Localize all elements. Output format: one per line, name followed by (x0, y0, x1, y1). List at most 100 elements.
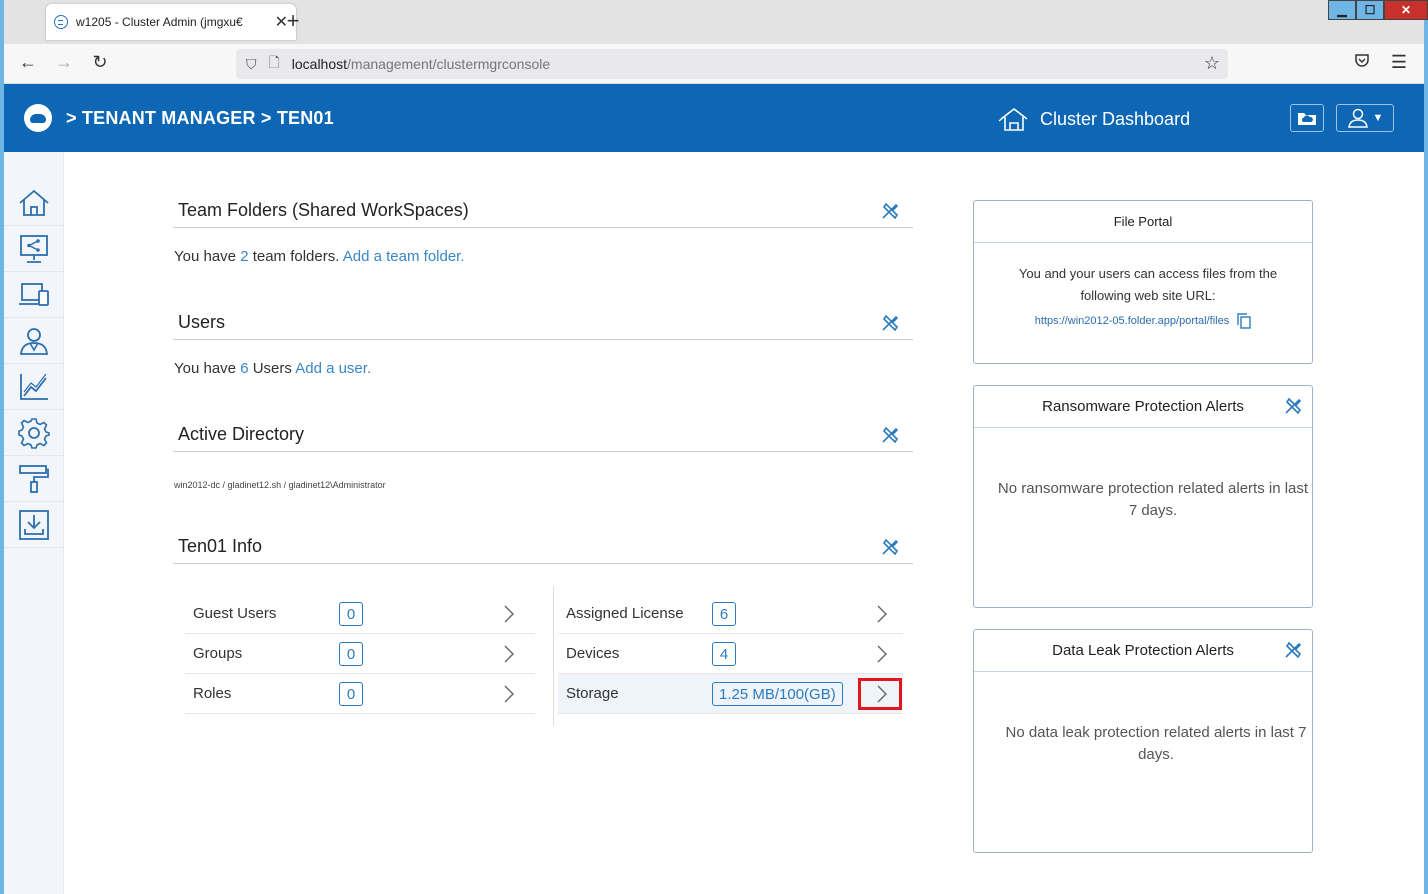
chevron-right-icon[interactable] (876, 644, 888, 664)
breadcrumb[interactable]: > TENANT MANAGER > TEN01 (66, 108, 334, 129)
new-tab-icon[interactable]: + (280, 8, 306, 34)
active-directory-title: Active Directory (178, 424, 305, 444)
navigation-bar: ← → ↻ ⛉ 🗋 localhost/management/clustermg… (4, 44, 1424, 84)
menu-icon[interactable]: ☰ (1387, 52, 1411, 73)
chart-icon (20, 373, 48, 400)
home-icon (19, 189, 49, 216)
page-info-icon[interactable]: 🗋 (269, 52, 280, 76)
address-bar[interactable]: ⛉ 🗋 localhost/management/clustermgrconso… (236, 49, 1228, 79)
text: You have (174, 360, 237, 377)
favicon-icon (54, 15, 68, 29)
url-text[interactable]: localhost/management/clustermgrconsole (292, 56, 550, 72)
info-row-devices[interactable]: Devices 4 (558, 634, 903, 674)
sidebar-item-devices[interactable] (4, 272, 64, 318)
dlp-message: No data leak protection related alerts i… (1005, 724, 1307, 763)
section-title: Team Folders (Shared WorkSpaces) (173, 194, 913, 228)
download-icon (19, 509, 49, 540)
url-host: localhost (291, 56, 348, 72)
chevron-right-icon[interactable] (876, 604, 888, 624)
forward-icon[interactable]: → (52, 52, 76, 73)
users-section: Users You have 6 Users Add a user. (173, 306, 913, 377)
bookmark-star-icon[interactable]: ☆ (1204, 53, 1220, 74)
pocket-icon[interactable] (1350, 52, 1374, 73)
browser-window: w1205 - Cluster Admin (jmgxu€ ✕ + ← → ↻ … (4, 0, 1424, 894)
info-label: Guest Users (193, 605, 277, 622)
info-row-guest-users[interactable]: Guest Users 0 (185, 594, 535, 634)
info-label: Devices (566, 645, 620, 662)
section-title: Users (173, 306, 913, 340)
sidebar-item-download[interactable] (4, 502, 64, 548)
sidebar-item-share[interactable] (4, 226, 64, 272)
users-summary: You have 6 Users Add a user. (173, 340, 913, 377)
user-menu-button[interactable]: ▼ (1336, 104, 1394, 132)
sidebar (4, 152, 64, 894)
file-portal-title: File Portal (1113, 214, 1173, 229)
chevron-right-icon[interactable] (876, 684, 888, 704)
sidebar-item-branding[interactable] (4, 456, 64, 502)
count-badge: 0 (339, 642, 363, 666)
info-label: Assigned License (566, 605, 684, 622)
tools-icon[interactable] (1284, 397, 1302, 415)
users-icon (20, 327, 48, 355)
minimize-button[interactable]: ▁ (1328, 0, 1356, 20)
file-portal-url-row: https://win2012-05.folder.app/portal/fil… (974, 313, 1312, 329)
devices-icon (19, 282, 49, 306)
logo-icon[interactable] (24, 104, 52, 132)
text: team folders. (252, 248, 340, 265)
count-badge: 0 (339, 602, 363, 626)
info-row-storage[interactable]: Storage 1.25 MB/100(GB) (558, 674, 903, 714)
tools-icon[interactable] (881, 314, 899, 332)
folder-cloud-icon (1298, 113, 1316, 125)
browser-tab[interactable]: w1205 - Cluster Admin (jmgxu€ ✕ (46, 4, 296, 40)
info-label: Groups (193, 645, 243, 662)
sidebar-item-users[interactable] (4, 318, 64, 364)
info-label: Storage (566, 685, 619, 702)
cluster-dashboard-link[interactable]: Cluster Dashboard (998, 106, 1190, 132)
active-directory-info: win2012-dc / gladinet12.sh / gladinet12\… (174, 480, 386, 490)
file-portal-panel: File Portal You and your users can acces… (973, 200, 1313, 364)
team-folders-count-link[interactable]: 2 (240, 248, 248, 265)
ransomware-alerts-panel: Ransomware Protection Alerts No ransomwa… (973, 385, 1313, 608)
close-window-button[interactable]: ✕ (1384, 0, 1428, 20)
copy-icon[interactable] (1237, 313, 1251, 329)
ransomware-message: No ransomware protection related alerts … (997, 480, 1309, 519)
info-row-roles[interactable]: Roles 0 (185, 674, 535, 714)
info-row-assigned-license[interactable]: Assigned License 6 (558, 594, 903, 634)
data-leak-alerts-panel: Data Leak Protection Alerts No data leak… (973, 629, 1313, 853)
chevron-right-icon[interactable] (503, 644, 515, 664)
add-team-folder-link[interactable]: Add a team folder. (343, 248, 465, 265)
sidebar-item-reports[interactable] (4, 364, 64, 410)
folder-cloud-button[interactable] (1290, 104, 1324, 132)
tenant-info-grid: Guest Users 0 Groups 0 Roles 0 Assigned … (185, 586, 905, 726)
sidebar-item-settings[interactable] (4, 410, 64, 456)
info-row-groups[interactable]: Groups 0 (185, 634, 535, 674)
reload-icon[interactable]: ↻ (88, 52, 112, 73)
section-title: Ten01 Info (173, 530, 913, 564)
back-icon[interactable]: ← (16, 52, 40, 73)
tools-icon[interactable] (881, 426, 899, 444)
panel-header: Ransomware Protection Alerts (974, 386, 1312, 428)
users-count-link[interactable]: 6 (240, 360, 248, 377)
chevron-right-icon[interactable] (503, 604, 515, 624)
shield-icon[interactable]: ⛉ (246, 56, 257, 73)
active-directory-section: Active Directory win2012-dc / gladinet12… (173, 418, 913, 490)
team-folders-title: Team Folders (Shared WorkSpaces) (178, 200, 469, 220)
users-title: Users (178, 312, 226, 332)
tools-icon[interactable] (881, 538, 899, 556)
app-header: > TENANT MANAGER > TEN01 Cluster Dashboa… (4, 84, 1424, 152)
sidebar-item-home[interactable] (4, 180, 64, 226)
tenant-info-title: Ten01 Info (178, 536, 263, 556)
count-badge: 4 (712, 642, 736, 666)
tab-title: w1205 - Cluster Admin (jmgxu€ (76, 15, 243, 29)
tools-icon[interactable] (1284, 641, 1302, 659)
tools-icon[interactable] (881, 202, 899, 220)
tenant-info-section: Ten01 Info (173, 530, 913, 564)
maximize-button[interactable]: ☐ (1356, 0, 1384, 20)
panel-header: File Portal (974, 201, 1312, 243)
cluster-dashboard-label: Cluster Dashboard (1040, 108, 1191, 129)
add-user-link[interactable]: Add a user. (295, 360, 371, 377)
chevron-right-icon[interactable] (503, 684, 515, 704)
file-portal-url-link[interactable]: https://win2012-05.folder.app/portal/fil… (1035, 315, 1229, 327)
window-controls: ▁ ☐ ✕ (1328, 0, 1428, 20)
house-icon (998, 107, 1028, 131)
